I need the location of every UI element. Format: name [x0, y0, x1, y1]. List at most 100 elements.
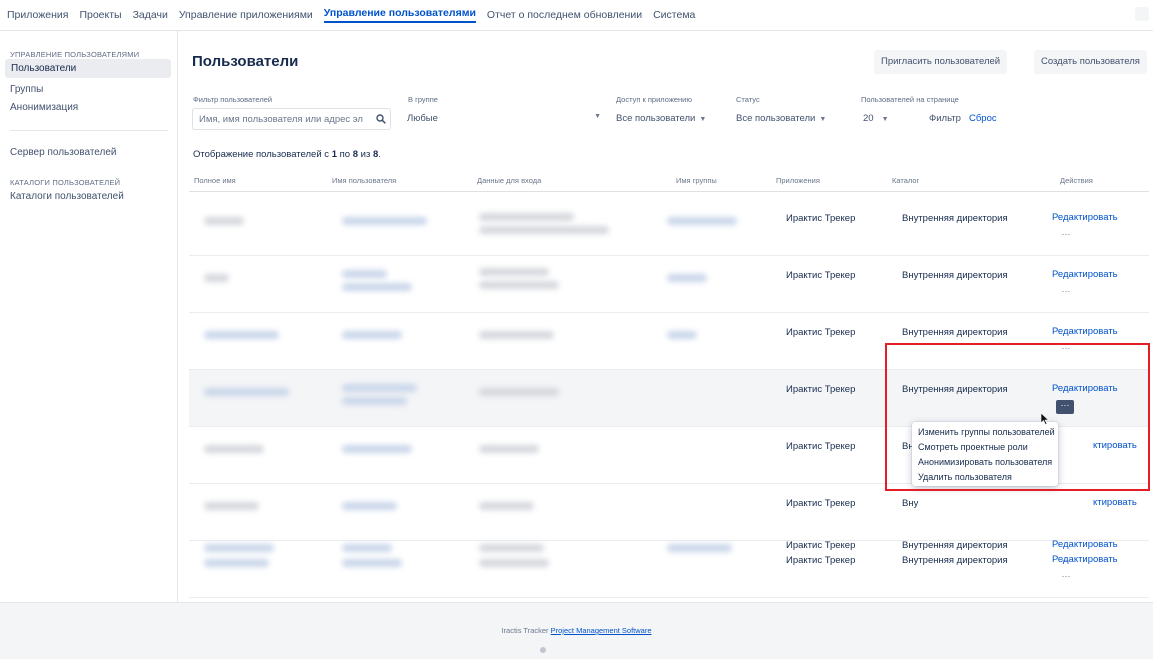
redacted-login-data: [479, 281, 559, 289]
table-row: Ирактис Трекер Внутренняя директория Ред…: [189, 528, 1149, 585]
per-page-value: 20: [863, 113, 874, 124]
user-filter-input[interactable]: Имя, имя пользователя или адрес эл: [192, 108, 391, 130]
header-directory: Каталог: [892, 176, 920, 185]
mouse-cursor-icon: [1040, 413, 1050, 425]
edit-link[interactable]: Редактировать: [1052, 539, 1118, 550]
more-actions-button[interactable]: ···: [1058, 344, 1074, 355]
create-user-button[interactable]: Создать пользователя: [1034, 50, 1147, 74]
filter-button[interactable]: Фильтр: [925, 108, 965, 130]
top-navigation: Приложения Проекты Задачи Управление при…: [0, 0, 1153, 31]
header-username[interactable]: Имя пользователя: [332, 176, 396, 185]
directory-cell: Внутренняя директория: [902, 540, 1008, 551]
redacted-full-name: [204, 217, 244, 225]
redacted-full-name: [204, 274, 229, 282]
redacted-group-name: [667, 217, 737, 225]
redacted-username: [342, 397, 407, 405]
directory-cell: Внутренняя директория: [902, 384, 1008, 395]
sidebar-item-groups[interactable]: Группы: [10, 84, 43, 95]
table-header-divider: [189, 191, 1149, 192]
redacted-username: [342, 445, 412, 453]
edit-link[interactable]: Редактировать: [1052, 326, 1118, 337]
sidebar: УПРАВЛЕНИЕ ПОЛЬЗОВАТЕЛЯМИ Пользователи Г…: [0, 31, 178, 602]
redacted-full-name: [204, 544, 274, 552]
redacted-full-name: [204, 331, 279, 339]
tab-system[interactable]: Система: [653, 9, 695, 21]
status-select[interactable]: Все пользователи ▼: [732, 108, 830, 130]
sidebar-heading-user-directories: КАТАЛОГИ ПОЛЬЗОВАТЕЛЕЙ: [10, 178, 121, 187]
edit-link[interactable]: ктировать: [1093, 497, 1137, 508]
menu-item-view-project-roles[interactable]: Смотреть проектные роли: [912, 440, 1058, 455]
redacted-username: [342, 544, 392, 552]
summary-mid2: из: [358, 149, 373, 160]
sidebar-item-users[interactable]: Пользователи: [5, 59, 171, 78]
footer-prefix: Iractis Tracker: [501, 626, 551, 635]
user-actions-menu: Изменить группы пользователей Смотреть п…: [912, 422, 1058, 486]
application-cell: Ирактис Трекер: [786, 441, 856, 452]
header-login-details: Данные для входа: [477, 176, 542, 185]
per-page-label: Пользователей на странице: [861, 95, 959, 104]
footer: Iractis Tracker Project Management Softw…: [0, 602, 1153, 659]
search-icon: [376, 114, 386, 124]
chevron-down-icon: ▼: [594, 113, 601, 120]
header-group-name: Имя группы: [676, 176, 717, 185]
tab-projects[interactable]: Проекты: [79, 9, 121, 21]
directory-cell: Внутренняя директория: [902, 327, 1008, 338]
edit-link[interactable]: Редактировать: [1052, 383, 1118, 394]
directory-cell: Внутренняя директория: [902, 213, 1008, 224]
more-actions-button[interactable]: ···: [1058, 287, 1074, 298]
header-applications: Приложения: [776, 176, 820, 185]
menu-item-change-groups[interactable]: Изменить группы пользователей: [912, 425, 1058, 440]
header-actions: Действия: [1060, 176, 1093, 185]
group-filter-value: Любые: [407, 113, 438, 124]
sidebar-item-user-directories[interactable]: Каталоги пользователей: [10, 191, 124, 202]
reset-link[interactable]: Сброс: [965, 108, 1001, 130]
redacted-username: [342, 283, 412, 291]
redacted-login-data: [479, 226, 609, 234]
sidebar-heading-user-management: УПРАВЛЕНИЕ ПОЛЬЗОВАТЕЛЯМИ: [10, 50, 140, 59]
redacted-login-data: [479, 213, 574, 221]
tab-app-management[interactable]: Управление приложениями: [179, 9, 313, 21]
group-filter-select[interactable]: Любые ▼: [403, 108, 603, 130]
redacted-username: [342, 502, 397, 510]
menu-item-anonymize-user[interactable]: Анонимизировать пользователя: [912, 455, 1058, 470]
edit-link[interactable]: Редактировать: [1052, 269, 1118, 280]
app-access-select[interactable]: Все пользователи ▼: [612, 108, 710, 130]
footer-link[interactable]: Project Management Software: [551, 626, 652, 635]
group-filter-label: В группе: [408, 95, 438, 104]
redacted-login-data: [479, 388, 559, 396]
corner-control[interactable]: [1135, 7, 1149, 21]
table-row: Ирактис Трекер Внутренняя директория Ред…: [189, 199, 1149, 256]
user-filter-label: Фильтр пользователей: [193, 95, 273, 104]
invite-users-button[interactable]: Пригласить пользователей: [874, 50, 1008, 74]
results-summary: Отображение пользователей с 1 по 8 из 8.: [193, 149, 381, 160]
tab-applications[interactable]: Приложения: [7, 9, 68, 21]
menu-item-delete-user[interactable]: Удалить пользователя: [912, 470, 1058, 485]
more-actions-button-active[interactable]: ···: [1056, 400, 1074, 414]
per-page-select[interactable]: 20 ▼: [859, 108, 893, 130]
application-cell: Ирактис Трекер: [786, 270, 856, 281]
application-cell: Ирактис Трекер: [786, 384, 856, 395]
tab-user-management[interactable]: Управление пользователями: [323, 7, 476, 23]
header-full-name[interactable]: Полное имя: [194, 176, 236, 185]
redacted-full-name: [204, 388, 289, 396]
redacted-login-data: [479, 445, 539, 453]
redacted-login-data: [479, 544, 544, 552]
edit-link[interactable]: Редактировать: [1052, 212, 1118, 223]
chevron-down-icon: ▼: [881, 116, 889, 123]
sidebar-item-user-server[interactable]: Сервер пользователей: [10, 147, 117, 158]
tab-issues[interactable]: Задачи: [133, 9, 168, 21]
summary-mid1: по: [336, 149, 353, 160]
more-actions-button[interactable]: ···: [1058, 556, 1074, 567]
more-actions-button[interactable]: ···: [1058, 230, 1074, 241]
chevron-down-icon: ▼: [819, 116, 827, 123]
tab-upgrade-report[interactable]: Отчет о последнем обновлении: [487, 9, 642, 21]
summary-prefix: Отображение пользователей с: [193, 149, 332, 160]
edit-link[interactable]: ктировать: [1093, 440, 1137, 451]
directory-cell: Внутренняя директория: [902, 270, 1008, 281]
table-row-selected: Ирактис Трекер Внутренняя директория Ред…: [189, 370, 1149, 427]
redacted-group-name: [667, 331, 697, 339]
sidebar-item-anonymization[interactable]: Анонимизация: [10, 102, 78, 113]
application-cell: Ирактис Трекер: [786, 327, 856, 338]
redacted-full-name: [204, 445, 264, 453]
application-cell: Ирактис Трекер: [786, 213, 856, 224]
